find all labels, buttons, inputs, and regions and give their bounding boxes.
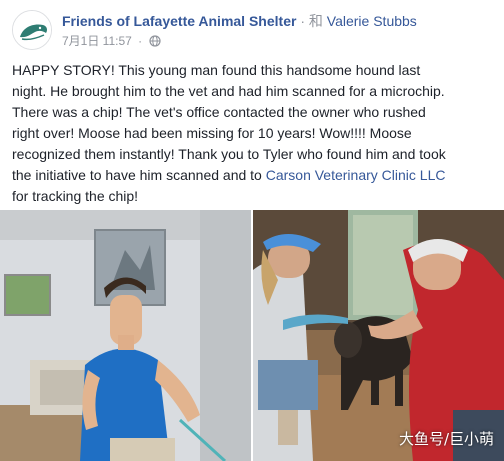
body-line: the initiative to have him scanned and t… <box>12 165 494 186</box>
young-man-with-dog-photo[interactable] <box>0 210 251 461</box>
tagged-person-link[interactable]: Valerie Stubbs <box>327 13 417 29</box>
clinic-link[interactable]: Carson Veterinary Clinic LLC <box>266 167 446 183</box>
facebook-post: Friends of Lafayette Animal Shelter · 和 … <box>0 0 504 461</box>
body-line: recognized them instantly! Thank you to … <box>12 146 446 162</box>
meta-separator: · <box>138 34 143 48</box>
page-name-link[interactable]: Friends of Lafayette Animal Shelter <box>62 13 296 29</box>
post-author-line: Friends of Lafayette Animal Shelter · 和 … <box>62 12 417 30</box>
owners-reunited-with-dog-photo[interactable] <box>253 210 504 461</box>
body-line-prefix: the initiative to have him scanned and t… <box>12 167 266 183</box>
post-timestamp[interactable]: 7月1日 11:57 <box>62 34 132 48</box>
body-line: HAPPY STORY! This young man found this h… <box>12 62 421 78</box>
photo-grid <box>0 210 504 461</box>
shelter-logo-icon[interactable] <box>12 10 52 50</box>
body-line: night. He brought him to the vet and had… <box>12 83 445 99</box>
post-header: Friends of Lafayette Animal Shelter · 和 … <box>12 10 496 54</box>
post-meta: 7月1日 11:57 · <box>62 33 161 51</box>
body-line: right over! Moose had been missing for 1… <box>12 125 412 141</box>
globe-icon[interactable] <box>148 35 161 51</box>
body-line: for tracking the chip! <box>12 188 139 204</box>
watermark-text: 大鱼号/巨小萌 <box>398 430 494 448</box>
with-text: · 和 <box>300 13 323 29</box>
post-body: HAPPY STORY! This young man found this h… <box>12 60 494 207</box>
body-line: There was a chip! The vet's office conta… <box>12 104 426 120</box>
